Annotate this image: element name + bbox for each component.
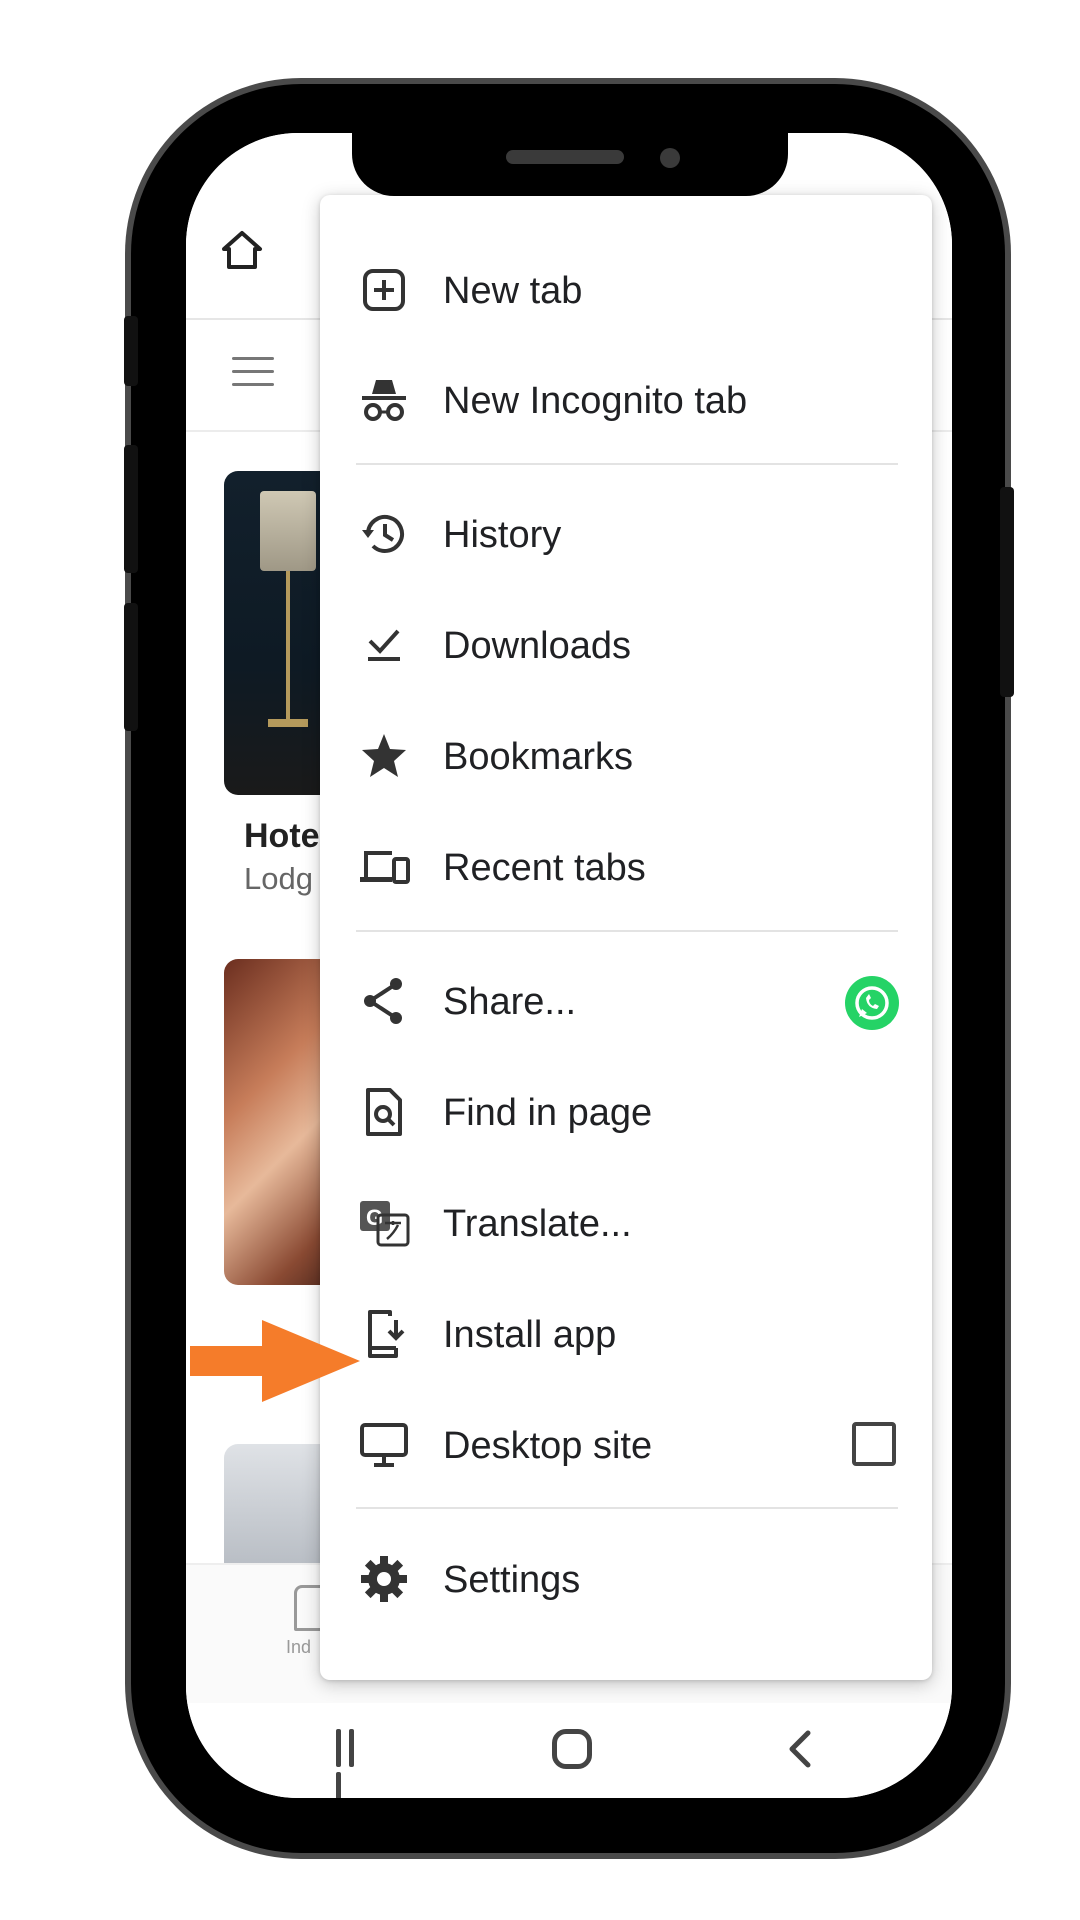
- speaker-grille: [506, 150, 624, 164]
- hotel-card-subtitle: Lodg: [244, 861, 313, 896]
- add-box-icon: [356, 262, 412, 318]
- whatsapp-icon[interactable]: [845, 976, 899, 1030]
- install-app-icon: [356, 1306, 412, 1362]
- menu-item-downloads[interactable]: Downloads: [320, 590, 932, 700]
- phone-notch: [352, 112, 788, 196]
- menu-item-label: Downloads: [443, 625, 631, 667]
- devices-icon: [356, 839, 412, 895]
- star-icon: [356, 728, 412, 784]
- browser-overflow-menu: New tab New Incognito tab History Downlo…: [320, 195, 932, 1680]
- menu-item-find-in-page[interactable]: Find in page: [320, 1057, 932, 1167]
- menu-item-label: Settings: [443, 1559, 581, 1601]
- hamburger-menu-icon[interactable]: [232, 357, 274, 389]
- menu-item-label: Recent tabs: [443, 847, 646, 889]
- incognito-icon: [356, 372, 412, 428]
- desktop-icon: [356, 1417, 412, 1473]
- menu-item-label: History: [443, 514, 562, 556]
- phone-volume-up-button: [124, 445, 138, 573]
- menu-item-history[interactable]: History: [320, 479, 932, 589]
- menu-item-bookmarks[interactable]: Bookmarks: [320, 701, 932, 811]
- menu-item-label: New Incognito tab: [443, 380, 748, 422]
- gear-icon: [356, 1551, 412, 1607]
- menu-item-translate[interactable]: G Translate...: [320, 1168, 932, 1278]
- menu-item-label: Share...: [443, 981, 577, 1023]
- menu-item-new-tab[interactable]: New tab: [320, 235, 932, 345]
- home-icon[interactable]: [220, 228, 264, 272]
- home-button[interactable]: [552, 1729, 592, 1769]
- phone-volume-down-button: [124, 603, 138, 731]
- svg-text:G: G: [366, 1205, 383, 1230]
- menu-divider: [356, 1507, 898, 1509]
- phone-power-button: [1000, 487, 1014, 697]
- phone-side-button: [124, 316, 138, 386]
- highlight-arrow-icon: [190, 1320, 360, 1402]
- home-tab-label[interactable]: Ind: [286, 1637, 311, 1658]
- menu-item-label: New tab: [443, 270, 583, 312]
- menu-item-label: Desktop site: [443, 1425, 653, 1467]
- menu-item-label: Bookmarks: [443, 736, 634, 778]
- recents-button[interactable]: [336, 1729, 374, 1798]
- menu-item-share[interactable]: Share...: [320, 946, 932, 1056]
- translate-icon: G: [356, 1195, 412, 1251]
- menu-divider: [356, 463, 898, 465]
- menu-item-label: Find in page: [443, 1092, 653, 1134]
- menu-item-label: Translate...: [443, 1203, 632, 1245]
- front-camera: [660, 148, 680, 168]
- desktop-site-checkbox[interactable]: [852, 1422, 896, 1466]
- menu-item-desktop-site[interactable]: Desktop site: [320, 1390, 932, 1500]
- hotel-card-title[interactable]: Hote: [244, 817, 320, 856]
- share-icon: [356, 973, 412, 1029]
- menu-item-install-app[interactable]: Install app: [320, 1279, 932, 1389]
- find-in-page-icon: [356, 1084, 412, 1140]
- back-button[interactable]: [780, 1727, 820, 1771]
- menu-item-label: Install app: [443, 1314, 617, 1356]
- menu-divider: [356, 930, 898, 932]
- download-done-icon: [356, 617, 412, 673]
- history-icon: [356, 506, 412, 562]
- menu-item-recent-tabs[interactable]: Recent tabs: [320, 812, 932, 922]
- system-navigation-bar: [186, 1703, 952, 1798]
- menu-item-new-incognito-tab[interactable]: New Incognito tab: [320, 345, 932, 455]
- menu-item-settings[interactable]: Settings: [320, 1524, 932, 1634]
